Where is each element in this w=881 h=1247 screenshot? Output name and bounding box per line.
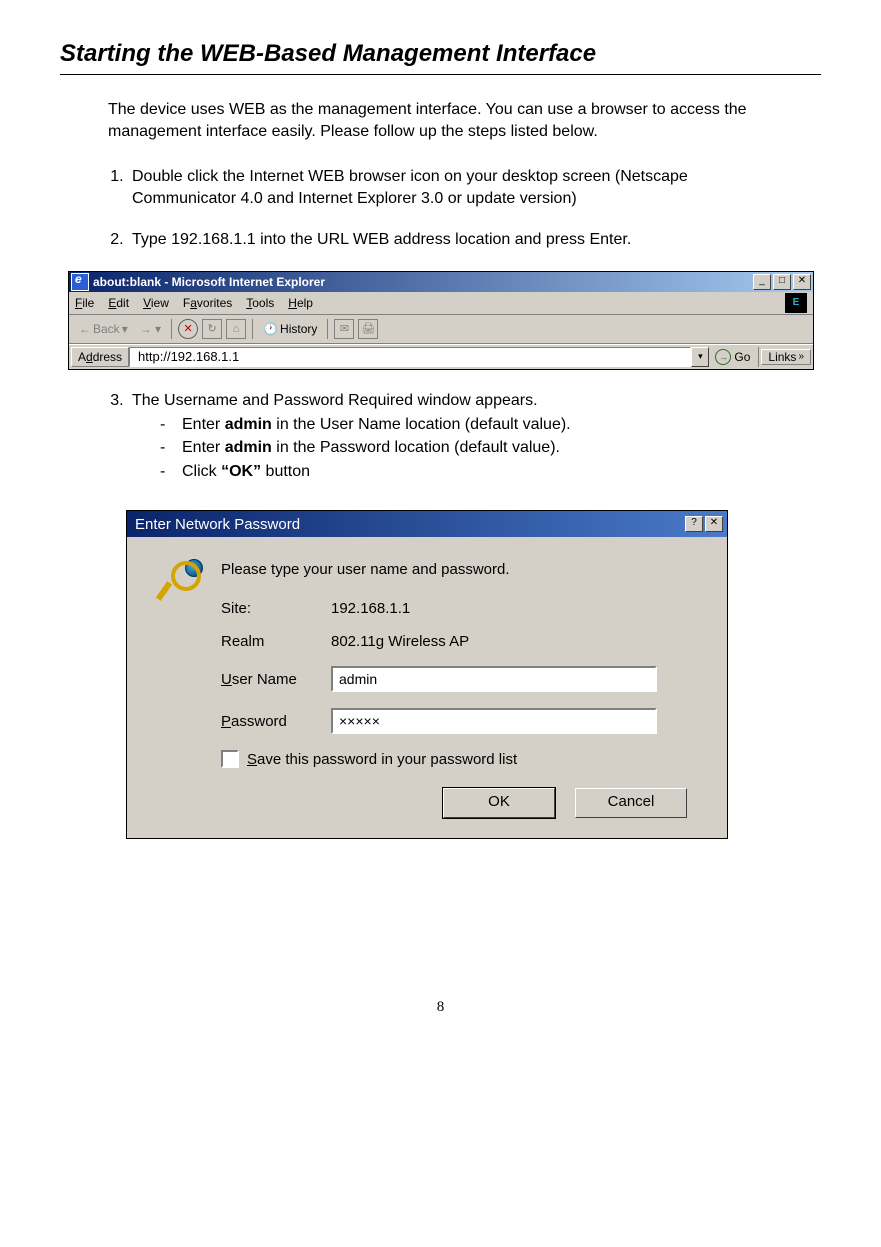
address-dropdown-button[interactable]: ▾ (691, 347, 709, 367)
username-label: User Name (221, 671, 331, 688)
dialog-title: Enter Network Password (131, 516, 685, 533)
help-button[interactable]: ? (685, 516, 703, 532)
cancel-button[interactable]: Cancel (575, 788, 687, 818)
ok-button[interactable]: OK (443, 788, 555, 818)
page-number: 8 (60, 999, 821, 1016)
refresh-button[interactable]: ↻ (202, 319, 222, 339)
minimize-button[interactable]: _ (753, 274, 771, 290)
toolbar-separator (327, 319, 328, 339)
page-title: Starting the WEB-Based Management Interf… (60, 40, 821, 70)
go-button[interactable]: →Go (709, 349, 756, 365)
close-button[interactable]: ✕ (793, 274, 811, 290)
substep-username: Enter admin in the User Name location (d… (152, 414, 781, 436)
step-1: Double click the Internet WEB browser ic… (128, 166, 781, 209)
step-3-sublist: Enter admin in the User Name location (d… (152, 414, 781, 483)
stop-button[interactable]: ✕ (178, 319, 198, 339)
home-button[interactable]: ⌂ (226, 319, 246, 339)
title-rule (60, 74, 821, 75)
toolbar-separator (252, 319, 253, 339)
back-button[interactable]: ← Back ▾ (75, 322, 132, 336)
separator (758, 347, 759, 367)
substep-password: Enter admin in the Password location (de… (152, 437, 781, 459)
dialog-body: Please type your user name and password.… (127, 537, 727, 838)
menu-help[interactable]: Help (288, 296, 313, 310)
substep-ok: Click “OK” button (152, 461, 781, 483)
ie-menubar: File Edit View Favorites Tools Help E (69, 292, 813, 315)
step-3: The Username and Password Required windo… (128, 390, 781, 482)
intro-paragraph: The device uses WEB as the management in… (108, 99, 781, 142)
go-icon: → (715, 349, 731, 365)
site-label: Site: (221, 600, 331, 617)
dialog-prompt: Please type your user name and password. (221, 561, 697, 578)
save-password-label: Save this password in your password list (247, 751, 517, 768)
site-value: 192.168.1.1 (331, 600, 410, 617)
dialog-close-button[interactable]: ✕ (705, 516, 723, 532)
realm-label: Realm (221, 633, 331, 650)
menu-file[interactable]: File (75, 296, 94, 310)
ie-addressbar: Address http://192.168.1.1 ▾ →Go Links » (69, 344, 813, 369)
dialog-titlebar: Enter Network Password ? ✕ (127, 511, 727, 537)
address-input[interactable]: http://192.168.1.1 (129, 347, 691, 367)
ie-logo-icon (71, 273, 89, 291)
steps-list: Double click the Internet WEB browser ic… (108, 166, 781, 251)
password-dialog: Enter Network Password ? ✕ Please type y… (126, 510, 728, 839)
save-password-checkbox[interactable] (221, 750, 239, 768)
links-button[interactable]: Links » (761, 349, 811, 365)
history-button[interactable]: 🕐History (259, 322, 321, 336)
ie-browser-window: about:blank - Microsoft Internet Explore… (68, 271, 814, 370)
maximize-button[interactable]: □ (773, 274, 791, 290)
toolbar-separator (171, 319, 172, 339)
realm-value: 802.11g Wireless AP (331, 633, 469, 650)
mail-button[interactable]: ✉ (334, 319, 354, 339)
step-3-text: The Username and Password Required windo… (132, 392, 538, 409)
ie-titlebar: about:blank - Microsoft Internet Explore… (69, 272, 813, 292)
forward-button[interactable]: → ▾ (136, 322, 165, 336)
menu-favorites[interactable]: Favorites (183, 296, 232, 310)
steps-list-cont: The Username and Password Required windo… (108, 390, 781, 482)
address-label: Address (71, 347, 129, 367)
key-icon (157, 561, 197, 601)
ie-toolbar: ← Back ▾ → ▾ ✕ ↻ ⌂ 🕐History ✉ 🖨 (69, 315, 813, 344)
password-input[interactable] (331, 708, 657, 734)
step-2: Type 192.168.1.1 into the URL WEB addres… (128, 229, 781, 251)
menu-tools[interactable]: Tools (246, 296, 274, 310)
menu-edit[interactable]: Edit (108, 296, 129, 310)
username-input[interactable] (331, 666, 657, 692)
print-button[interactable]: 🖨 (358, 319, 378, 339)
password-label: Password (221, 713, 331, 730)
ie-window-title: about:blank - Microsoft Internet Explore… (93, 275, 753, 289)
ie-throbber-icon: E (785, 293, 807, 313)
menu-view[interactable]: View (143, 296, 169, 310)
